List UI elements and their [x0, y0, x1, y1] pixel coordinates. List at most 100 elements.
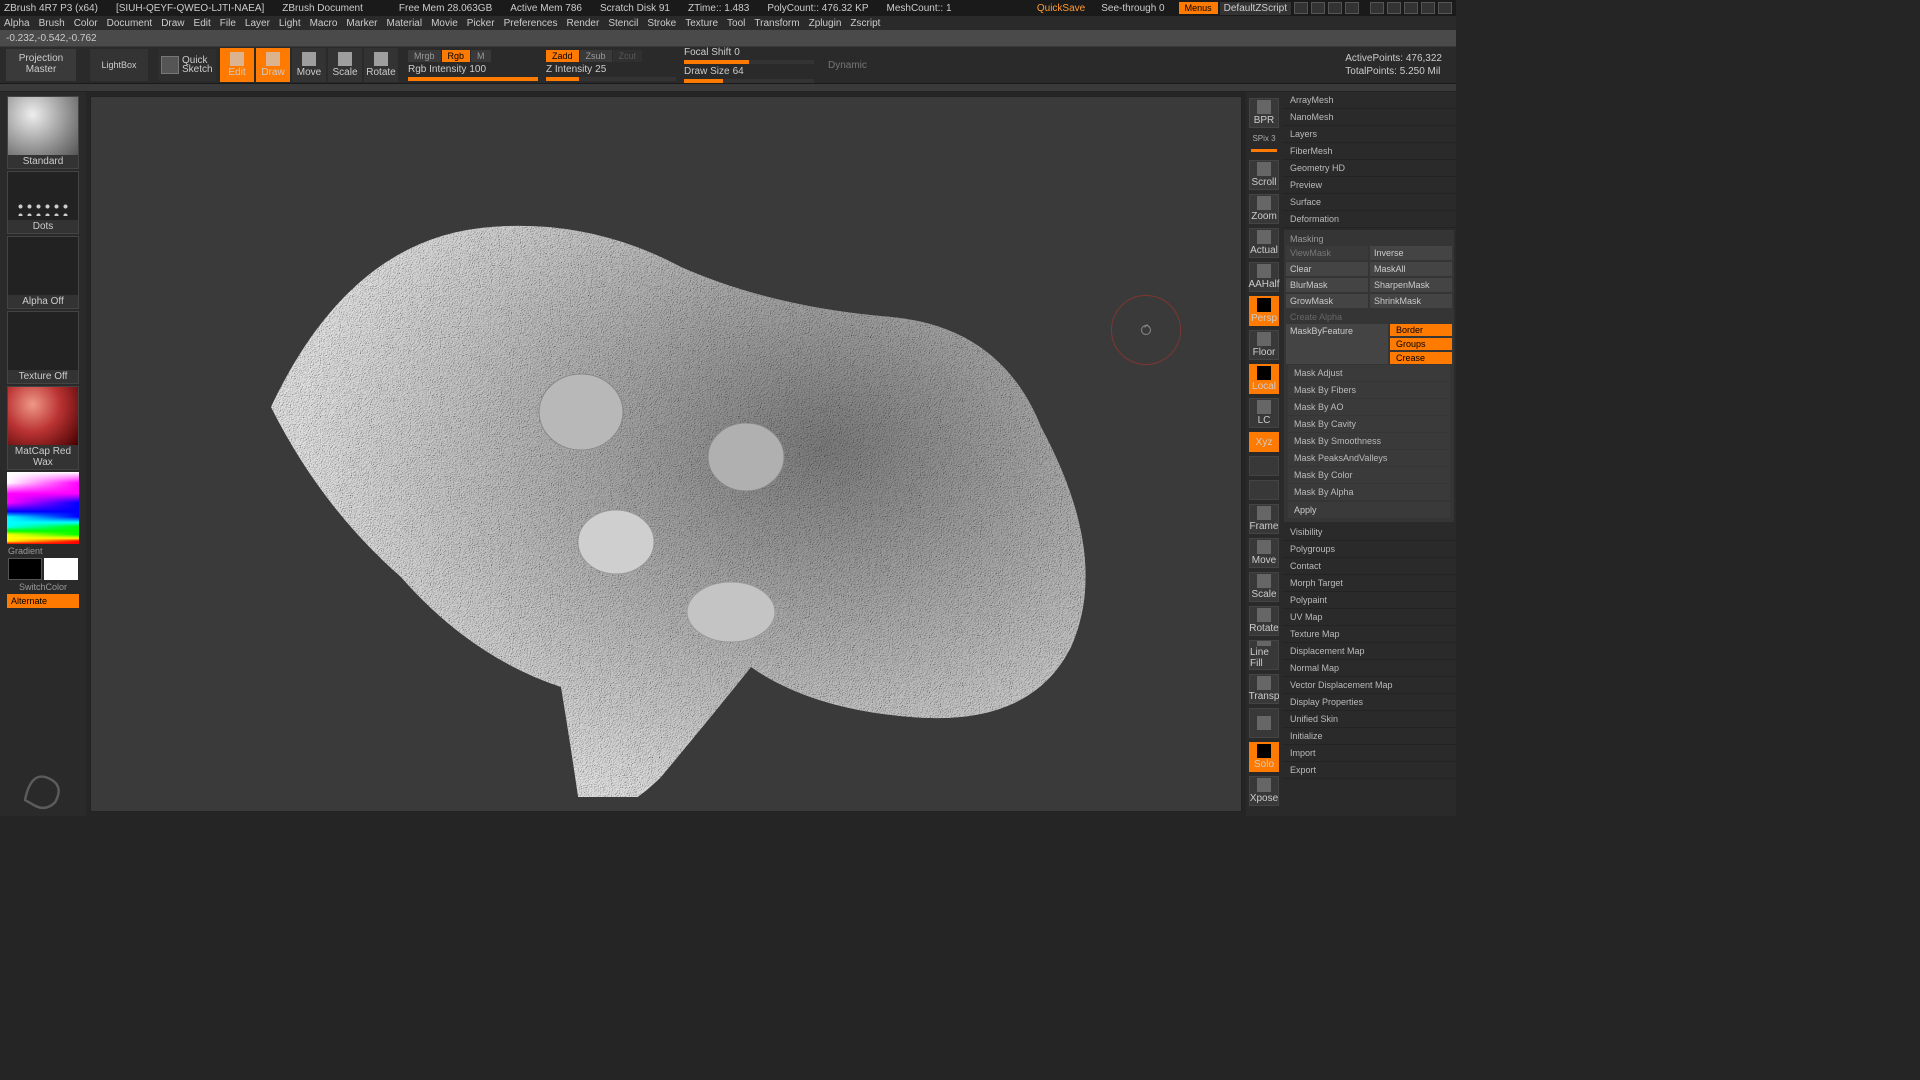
- viewport[interactable]: [90, 96, 1242, 812]
- zadd-button[interactable]: Zadd: [546, 50, 579, 62]
- nav-transp-button[interactable]: Transp: [1249, 674, 1279, 704]
- nav-aahalf-button[interactable]: AAHalf: [1249, 262, 1279, 292]
- menu-color[interactable]: Color: [74, 18, 98, 29]
- section-texture-map[interactable]: Texture Map: [1282, 626, 1456, 643]
- section-polygroups[interactable]: Polygroups: [1282, 541, 1456, 558]
- focal-shift-slider[interactable]: Focal Shift 0: [684, 47, 814, 58]
- switch-color-button[interactable]: SwitchColor: [19, 582, 67, 592]
- dock-top-icon[interactable]: [1328, 2, 1342, 14]
- mask-peaksandvalleys-button[interactable]: Mask PeaksAndValleys: [1288, 450, 1450, 466]
- rotate-mode-button[interactable]: Rotate: [364, 48, 398, 82]
- menu-texture[interactable]: Texture: [685, 18, 718, 29]
- border-button[interactable]: Border: [1390, 324, 1452, 336]
- section-geometry-hd[interactable]: Geometry HD: [1282, 160, 1456, 177]
- menu-alpha[interactable]: Alpha: [4, 18, 30, 29]
- viewmask-button[interactable]: ViewMask: [1286, 246, 1368, 260]
- section-unified-skin[interactable]: Unified Skin: [1282, 711, 1456, 728]
- blurmask-button[interactable]: BlurMask: [1286, 278, 1368, 292]
- material-thumbnail[interactable]: MatCap Red Wax: [7, 386, 79, 470]
- menu-macro[interactable]: Macro: [310, 18, 338, 29]
- section-contact[interactable]: Contact: [1282, 558, 1456, 575]
- minimize-icon[interactable]: [1370, 2, 1384, 14]
- section-displacement-map[interactable]: Displacement Map: [1282, 643, 1456, 660]
- create-alpha-button[interactable]: Create Alpha: [1286, 310, 1452, 324]
- nav-persp-button[interactable]: Persp: [1249, 296, 1279, 326]
- menu-transform[interactable]: Transform: [754, 18, 799, 29]
- menu-render[interactable]: Render: [567, 18, 600, 29]
- menu-document[interactable]: Document: [107, 18, 153, 29]
- rgb-button[interactable]: Rgb: [442, 50, 471, 62]
- nav-line fill-button[interactable]: Line Fill: [1249, 640, 1279, 670]
- section-import[interactable]: Import: [1282, 745, 1456, 762]
- collapse-icon[interactable]: [1404, 2, 1418, 14]
- nav-frame-button[interactable]: Frame: [1249, 504, 1279, 534]
- nav-move-button[interactable]: Move: [1249, 538, 1279, 568]
- help-icon[interactable]: [1387, 2, 1401, 14]
- section-arraymesh[interactable]: ArrayMesh: [1282, 92, 1456, 109]
- nav-xyz-button[interactable]: Xyz: [1249, 432, 1279, 452]
- edit-mode-button[interactable]: Edit: [220, 48, 254, 82]
- section-morph-target[interactable]: Morph Target: [1282, 575, 1456, 592]
- nav-zoom-button[interactable]: Zoom: [1249, 194, 1279, 224]
- section-nanomesh[interactable]: NanoMesh: [1282, 109, 1456, 126]
- section-export[interactable]: Export: [1282, 762, 1456, 779]
- mask-by-smoothness-button[interactable]: Mask By Smoothness: [1288, 433, 1450, 449]
- section-surface[interactable]: Surface: [1282, 194, 1456, 211]
- brush-thumbnail[interactable]: Standard: [7, 96, 79, 169]
- section-uv-map[interactable]: UV Map: [1282, 609, 1456, 626]
- apply-button[interactable]: Apply: [1288, 502, 1450, 518]
- color-picker[interactable]: [7, 472, 79, 544]
- section-deformation[interactable]: Deformation: [1282, 211, 1456, 228]
- masking-header[interactable]: Masking: [1286, 232, 1452, 246]
- menu-movie[interactable]: Movie: [431, 18, 458, 29]
- rgb-intensity-slider[interactable]: Rgb Intensity 100: [408, 64, 538, 75]
- section-vector-displacement-map[interactable]: Vector Displacement Map: [1282, 677, 1456, 694]
- z-intensity-slider[interactable]: Z Intensity 25: [546, 64, 676, 75]
- menu-brush[interactable]: Brush: [39, 18, 65, 29]
- alternate-button[interactable]: Alternate: [7, 594, 79, 608]
- nav-xpose-button[interactable]: Xpose: [1249, 776, 1279, 806]
- section-fibermesh[interactable]: FiberMesh: [1282, 143, 1456, 160]
- maskbyfeature-button[interactable]: MaskByFeature: [1286, 324, 1388, 364]
- scale-mode-button[interactable]: Scale: [328, 48, 362, 82]
- menu-light[interactable]: Light: [279, 18, 301, 29]
- menu-preferences[interactable]: Preferences: [504, 18, 558, 29]
- menu-tool[interactable]: Tool: [727, 18, 745, 29]
- secondary-color-swatch[interactable]: [8, 558, 42, 580]
- nav-lc-button[interactable]: LC: [1249, 398, 1279, 428]
- menu-zplugin[interactable]: Zplugin: [809, 18, 842, 29]
- seethrough-slider[interactable]: See-through 0: [1101, 3, 1164, 14]
- nav-btn-button[interactable]: [1249, 480, 1279, 500]
- nav-actual-button[interactable]: Actual: [1249, 228, 1279, 258]
- groups-button[interactable]: Groups: [1390, 338, 1452, 350]
- menu-stroke[interactable]: Stroke: [647, 18, 676, 29]
- section-preview[interactable]: Preview: [1282, 177, 1456, 194]
- primary-color-swatch[interactable]: [44, 558, 78, 580]
- menu-zscript[interactable]: Zscript: [850, 18, 880, 29]
- dock-bottom-icon[interactable]: [1345, 2, 1359, 14]
- draw-mode-button[interactable]: Draw: [256, 48, 290, 82]
- close-icon[interactable]: [1438, 2, 1452, 14]
- dock-left-icon[interactable]: [1294, 2, 1308, 14]
- menu-material[interactable]: Material: [387, 18, 423, 29]
- zsub-button[interactable]: Zsub: [580, 50, 612, 62]
- dynamic-label[interactable]: Dynamic: [828, 60, 867, 71]
- nav-solo-button[interactable]: Solo: [1249, 742, 1279, 772]
- mask-by-cavity-button[interactable]: Mask By Cavity: [1288, 416, 1450, 432]
- spix-slider[interactable]: SPix 3: [1252, 134, 1275, 143]
- stroke-thumbnail[interactable]: Dots: [7, 171, 79, 234]
- dock-right-icon[interactable]: [1311, 2, 1325, 14]
- nav-scroll-button[interactable]: Scroll: [1249, 160, 1279, 190]
- nav-local-button[interactable]: Local: [1249, 364, 1279, 394]
- draw-size-slider[interactable]: Draw Size 64: [684, 66, 814, 77]
- mrgb-button[interactable]: Mrgb: [408, 50, 441, 62]
- mask-by-alpha-button[interactable]: Mask By Alpha: [1288, 484, 1450, 500]
- quicksave-button[interactable]: QuickSave: [1037, 3, 1085, 14]
- lightbox-button[interactable]: LightBox: [90, 49, 148, 81]
- mask-by-ao-button[interactable]: Mask By AO: [1288, 399, 1450, 415]
- projection-master-button[interactable]: Projection Master: [6, 49, 76, 81]
- section-visibility[interactable]: Visibility: [1282, 524, 1456, 541]
- mask-by-color-button[interactable]: Mask By Color: [1288, 467, 1450, 483]
- zcut-button[interactable]: Zcut: [613, 50, 643, 62]
- section-normal-map[interactable]: Normal Map: [1282, 660, 1456, 677]
